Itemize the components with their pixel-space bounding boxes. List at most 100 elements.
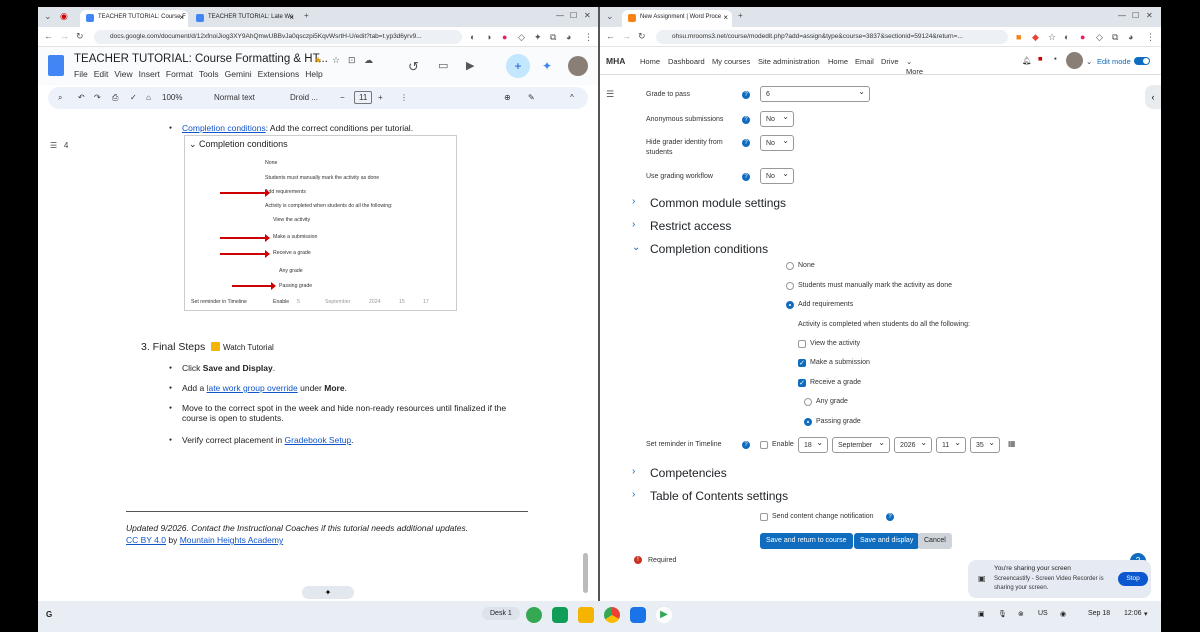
nav-home-2[interactable]: Home [828, 57, 848, 66]
watch-tutorial-link[interactable]: Watch Tutorial [223, 343, 274, 352]
search-icon[interactable]: ⌕ [58, 93, 62, 103]
gradebook-link[interactable]: Gradebook Setup [285, 435, 352, 445]
url-field[interactable]: ohsu.mrooms3.net/course/modedit.php?add=… [656, 30, 1008, 44]
completion-link[interactable]: Completion conditions [182, 123, 266, 133]
calendar-icon[interactable]: ▦ [1008, 439, 1016, 448]
chat-icon[interactable]: ▪ [1054, 54, 1057, 63]
font-size-decrease-icon[interactable]: − [340, 93, 345, 102]
collapse-icon[interactable]: ^ [570, 93, 574, 102]
extension-icon[interactable]: ◐ [1064, 32, 1069, 42]
radio-any-grade[interactable] [804, 398, 812, 406]
tab-search-icon[interactable]: ⌄ [44, 11, 52, 22]
url-field[interactable]: docs.google.com/document/d/12xfnoiJiog3X… [94, 30, 462, 44]
nav-email[interactable]: Email [855, 57, 874, 66]
stop-sharing-button[interactable]: Stop [1118, 572, 1148, 586]
files-app-icon[interactable] [630, 607, 646, 623]
minimize-icon[interactable]: — [1118, 11, 1126, 20]
new-tab-icon[interactable]: + [738, 11, 743, 20]
tote-icon[interactable]: ▣ [978, 610, 985, 618]
maximize-icon[interactable]: ☐ [1132, 11, 1139, 20]
tab-docs-2[interactable]: TEACHER TUTORIAL: Late Wo × [190, 10, 298, 27]
hide-grader-select[interactable]: No [760, 135, 794, 151]
zoom-select[interactable]: 100% [162, 93, 182, 102]
date-label[interactable]: Sep 18 [1088, 610, 1110, 617]
keep-app-icon[interactable] [578, 607, 594, 623]
menu-edit[interactable]: Edit [94, 69, 109, 79]
messages-icon[interactable]: ■ [1038, 54, 1043, 63]
time-label[interactable]: 12:06 [1124, 610, 1142, 617]
cc-link[interactable]: CC BY 4.0 [126, 535, 166, 545]
puzzle-icon[interactable]: ⧉ [1112, 32, 1118, 43]
history-icon[interactable]: ↺ [408, 59, 419, 75]
help-icon[interactable]: ? [742, 116, 750, 124]
grade-to-pass-input[interactable]: 6 [760, 86, 870, 102]
extension-icon[interactable]: ◆ [1032, 32, 1039, 43]
close-icon[interactable]: × [289, 13, 294, 22]
reload-icon[interactable]: ↻ [638, 31, 646, 42]
nav-more[interactable]: More ⌄ [906, 57, 923, 76]
nav-site-admin[interactable]: Site administration [758, 57, 820, 66]
menu-icon[interactable]: ⋮ [1146, 32, 1155, 43]
avatar[interactable] [568, 56, 588, 76]
menu-help[interactable]: Help [305, 69, 322, 79]
reload-icon[interactable]: ↻ [76, 31, 84, 42]
override-link[interactable]: late work group override [207, 383, 298, 393]
forward-icon[interactable]: → [60, 31, 69, 41]
phone-app-icon[interactable] [526, 607, 542, 623]
close-icon[interactable]: × [179, 13, 184, 22]
back-icon[interactable]: ← [44, 31, 53, 41]
editing-mode-icon[interactable]: ✎ [528, 93, 535, 102]
close-icon[interactable]: × [723, 13, 728, 22]
extension-icon[interactable]: ◐ [470, 32, 475, 42]
cancel-button[interactable]: Cancel [918, 533, 952, 549]
menu-insert[interactable]: Insert [139, 69, 160, 79]
spellcheck-icon[interactable]: ✓ [130, 93, 137, 102]
profile-icon[interactable]: ◕ [566, 32, 571, 42]
close-window-icon[interactable]: ✕ [584, 11, 591, 20]
new-tab-icon[interactable]: + [304, 11, 309, 20]
meet-icon[interactable]: ▶ [466, 59, 474, 72]
month-select[interactable]: September [832, 437, 890, 453]
tab-docs-1[interactable]: TEACHER TUTORIAL: Course F × [80, 10, 188, 27]
user-menu-chevron-icon[interactable]: ⌄ [1086, 57, 1092, 66]
comment-icon[interactable]: ▭ [438, 59, 448, 72]
workflow-select[interactable]: No [760, 168, 794, 184]
radio-add[interactable] [786, 301, 794, 309]
back-icon[interactable]: ← [606, 31, 615, 41]
anon-select[interactable]: No [760, 111, 794, 127]
extension-icon[interactable]: ◑ [486, 32, 491, 42]
status-icon[interactable]: ◉ [1060, 610, 1066, 618]
close-window-icon[interactable]: ✕ [1146, 11, 1153, 20]
submission-checkbox[interactable]: ✓ [798, 359, 806, 367]
nav-drive[interactable]: Drive [881, 57, 899, 66]
edit-suggest-icon[interactable]: ⊕ [504, 93, 511, 102]
mic-icon[interactable]: 🎙︎ [998, 610, 1007, 618]
brand[interactable]: MHA [606, 56, 625, 66]
day-select[interactable]: 18 [798, 437, 828, 453]
save-display-button[interactable]: Save and display [854, 533, 920, 549]
menu-icon[interactable]: ⋮ [584, 32, 593, 43]
font-size-input[interactable]: 11 [354, 91, 373, 104]
star-icon[interactable]: ★ [314, 55, 322, 66]
desk-button[interactable]: Desk 1 [482, 607, 520, 620]
puzzle-icon[interactable]: ⧉ [550, 32, 556, 43]
minute-select[interactable]: 35 [970, 437, 1000, 453]
save-return-button[interactable]: Save and return to course [760, 533, 853, 549]
nav-my-courses[interactable]: My courses [712, 57, 750, 66]
receive-grade-checkbox[interactable]: ✓ [798, 379, 806, 387]
font-size-increase-icon[interactable]: + [378, 93, 383, 102]
locale-label[interactable]: US [1038, 610, 1048, 617]
launcher-icon[interactable]: G [46, 610, 52, 619]
play-store-icon[interactable]: ▶ [656, 607, 672, 623]
chrome-app-icon[interactable] [604, 607, 620, 623]
gemini-icon[interactable]: ✦ [542, 59, 552, 73]
menu-format[interactable]: Format [166, 69, 193, 79]
redo-icon[interactable]: ↷ [94, 93, 101, 102]
share-icon[interactable]: + [506, 54, 530, 78]
extension-icon[interactable]: ● [502, 32, 507, 42]
extension-icon[interactable]: ◇ [1096, 32, 1103, 43]
help-icon[interactable]: ? [742, 139, 750, 147]
extension-icon[interactable]: ☆ [1048, 32, 1056, 43]
notify-checkbox[interactable] [760, 513, 768, 521]
extension-icon[interactable]: ● [1080, 32, 1085, 42]
